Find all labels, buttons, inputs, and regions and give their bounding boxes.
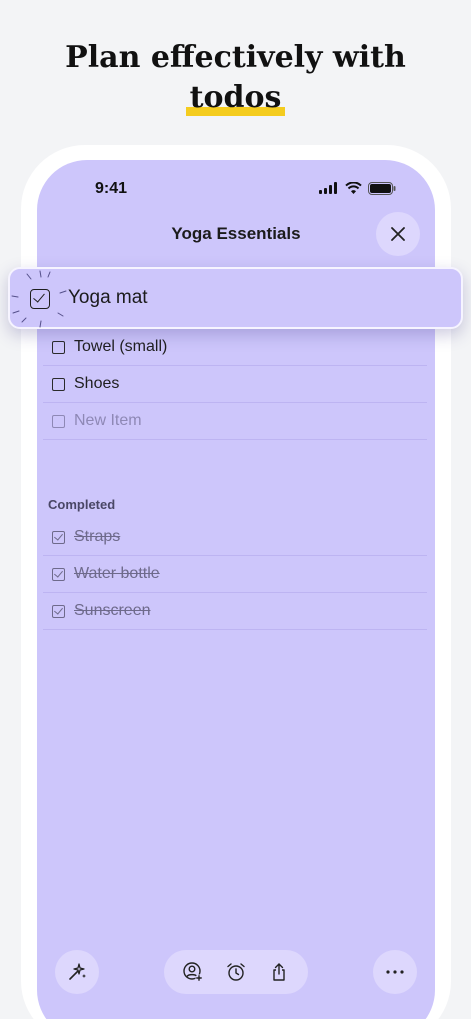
more-button[interactable]	[373, 950, 417, 994]
todo-list: Towel (small) Shoes New Item	[43, 329, 427, 440]
list-item-label: Shoes	[74, 375, 120, 392]
status-time: 9:41	[95, 180, 128, 197]
close-icon	[391, 227, 405, 241]
signal-icon	[319, 182, 337, 194]
new-item-row[interactable]: New Item	[43, 403, 427, 440]
headline-line1: Plan effectively with	[65, 40, 406, 75]
completed-item[interactable]: Sunscreen	[43, 593, 427, 630]
completed-item[interactable]: Water bottle	[43, 556, 427, 593]
dragging-item-card[interactable]: Yoga mat	[8, 267, 463, 329]
checked-checkbox[interactable]	[52, 530, 65, 544]
dragging-item-label: Yoga mat	[68, 287, 148, 308]
headline: Plan effectively with todos	[0, 38, 471, 118]
status-icons	[319, 180, 396, 196]
completed-item[interactable]: Straps	[43, 519, 427, 556]
checkbox[interactable]	[30, 289, 50, 309]
sparkle-icon	[69, 963, 86, 980]
checked-checkbox[interactable]	[52, 604, 65, 618]
completed-list: Straps Water bottle Sunscreen	[43, 519, 427, 630]
list-item[interactable]: Shoes	[43, 366, 427, 403]
list-item[interactable]: Towel (small)	[43, 329, 427, 366]
completed-item-label: Water bottle	[74, 565, 160, 582]
list-item-label: Towel (small)	[74, 338, 168, 355]
share-icon	[272, 963, 285, 981]
checkbox[interactable]	[52, 340, 65, 354]
completed-item-label: Straps	[74, 528, 121, 545]
bottom-toolbar	[164, 950, 308, 994]
new-item-input[interactable]: New Item	[74, 412, 142, 430]
checkbox	[52, 414, 65, 428]
battery-icon	[368, 181, 396, 195]
checkbox[interactable]	[52, 377, 65, 391]
completed-section-label: Completed	[48, 497, 116, 512]
add-collaborator-button[interactable]	[177, 956, 209, 988]
completed-item-label: Sunscreen	[74, 602, 151, 619]
reminder-button[interactable]	[220, 956, 252, 988]
more-icon	[386, 970, 404, 974]
headline-line2: todos	[185, 78, 286, 118]
wifi-icon	[345, 182, 362, 194]
checked-checkbox[interactable]	[52, 567, 65, 581]
magic-button[interactable]	[55, 950, 99, 994]
close-button[interactable]	[376, 212, 420, 256]
add-person-icon	[183, 962, 203, 982]
alarm-clock-icon	[227, 963, 245, 981]
headline-highlight-word: todos	[189, 80, 282, 115]
share-button[interactable]	[263, 956, 295, 988]
